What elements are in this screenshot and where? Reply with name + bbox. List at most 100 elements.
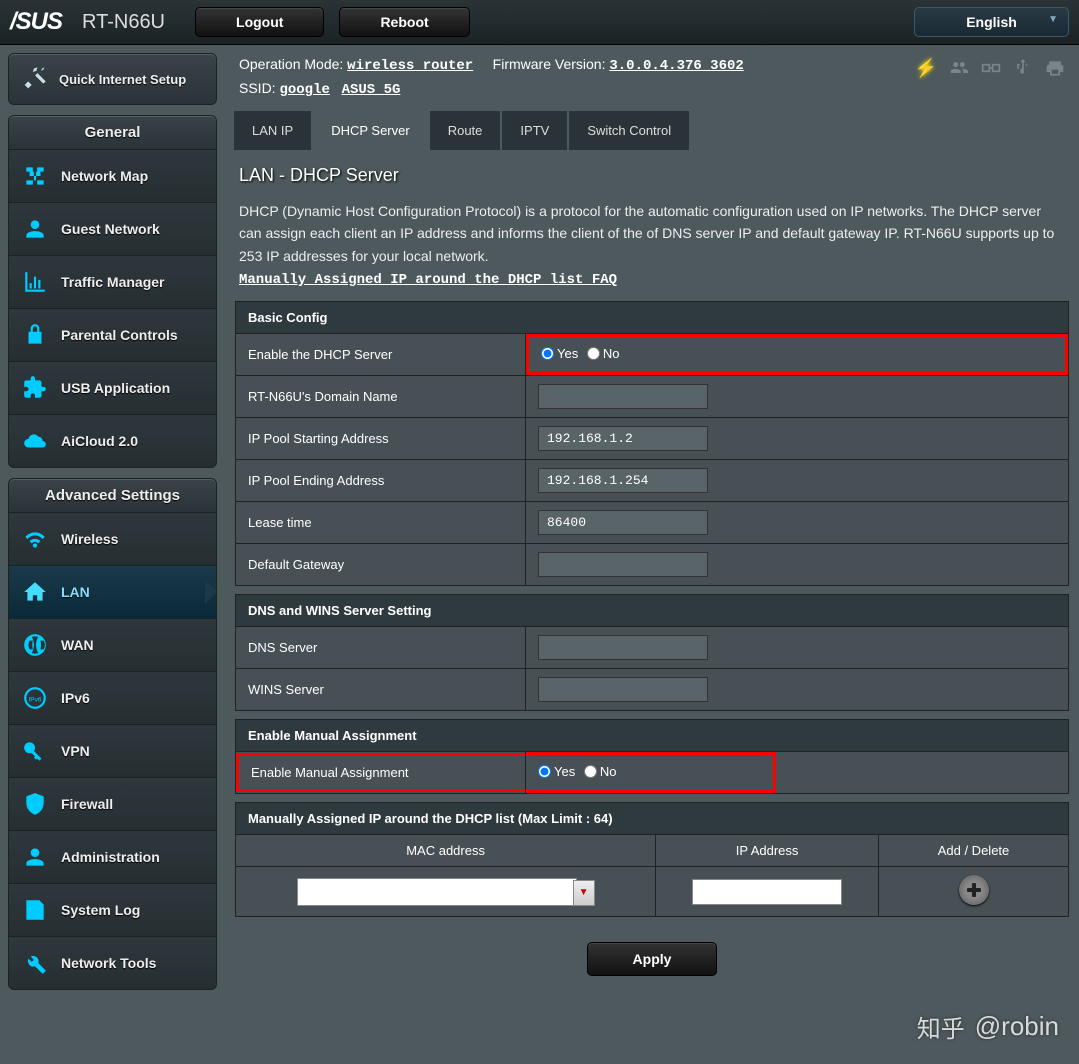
sidebar-item-system-log[interactable]: System Log xyxy=(9,884,216,937)
faq-link[interactable]: Manually Assigned IP around the DHCP lis… xyxy=(239,272,617,288)
page-title: LAN - DHCP Server xyxy=(235,151,1069,200)
tabs: LAN IP DHCP Server Route IPTV Switch Con… xyxy=(225,110,1079,151)
assigned-ip-row: ▼ xyxy=(236,867,1069,917)
add-icon[interactable] xyxy=(959,875,989,905)
traffic-manager-icon xyxy=(19,268,51,296)
usb-icon[interactable] xyxy=(1013,58,1033,83)
operation-mode-link[interactable]: wireless router xyxy=(347,58,473,74)
general-section-header: General xyxy=(8,115,217,150)
assigned-ip-table: Manually Assigned IP around the DHCP lis… xyxy=(235,802,1069,917)
shield-icon xyxy=(19,790,51,818)
ssid-2: ASUS_5G xyxy=(342,82,401,98)
sidebar-item-wireless[interactable]: Wireless xyxy=(9,513,216,566)
tab-iptv[interactable]: IPTV xyxy=(501,110,568,151)
key-icon xyxy=(19,737,51,765)
domain-name-input[interactable] xyxy=(538,384,708,409)
quick-internet-setup-button[interactable]: Quick Internet Setup xyxy=(8,53,217,105)
sidebar-item-parental-controls[interactable]: Parental Controls xyxy=(9,309,216,362)
enable-dhcp-no[interactable]: No xyxy=(587,346,620,361)
tools-icon xyxy=(19,949,51,977)
sidebar-item-network-map[interactable]: Network Map xyxy=(9,150,216,203)
wins-server-input[interactable] xyxy=(538,677,708,702)
cloud-icon xyxy=(19,427,51,455)
manual-assignment-header: Enable Manual Assignment xyxy=(236,720,1069,752)
col-action: Add / Delete xyxy=(879,835,1069,867)
domain-name-label: RT-N66U's Domain Name xyxy=(236,376,526,418)
apply-button[interactable]: Apply xyxy=(587,942,718,976)
ip-end-input[interactable] xyxy=(538,468,708,493)
watermark: 知乎 @robin xyxy=(917,1009,1059,1044)
reboot-button[interactable]: Reboot xyxy=(339,7,469,37)
network-status-icon[interactable] xyxy=(981,58,1001,83)
sidebar-item-aicloud[interactable]: AiCloud 2.0 xyxy=(9,415,216,467)
tab-switch-control[interactable]: Switch Control xyxy=(568,110,690,151)
dropdown-arrow-icon[interactable]: ▼ xyxy=(573,880,595,906)
sidebar: Quick Internet Setup General Network Map… xyxy=(0,45,225,1064)
globe-icon xyxy=(19,631,51,659)
guest-network-icon xyxy=(19,215,51,243)
default-gateway-label: Default Gateway xyxy=(236,544,526,586)
puzzle-icon xyxy=(19,374,51,402)
sidebar-item-wan[interactable]: WAN xyxy=(9,619,216,672)
sidebar-item-vpn[interactable]: VPN xyxy=(9,725,216,778)
tab-lan-ip[interactable]: LAN IP xyxy=(233,110,312,151)
info-text: Operation Mode: wireless router Firmware… xyxy=(239,53,744,102)
manual-yes[interactable]: Yes xyxy=(538,764,575,779)
log-icon xyxy=(19,896,51,924)
main-content: Operation Mode: wireless router Firmware… xyxy=(225,45,1079,1064)
home-icon xyxy=(19,578,51,606)
admin-icon xyxy=(19,843,51,871)
brand-logo: /SUS xyxy=(10,8,62,36)
wins-server-label: WINS Server xyxy=(236,669,526,711)
assigned-ip-header: Manually Assigned IP around the DHCP lis… xyxy=(236,803,1069,835)
enable-dhcp-label: Enable the DHCP Server xyxy=(236,334,526,376)
dns-server-label: DNS Server xyxy=(236,627,526,669)
ip-start-label: IP Pool Starting Address xyxy=(236,418,526,460)
ip-address-input[interactable] xyxy=(692,879,842,905)
lease-time-label: Lease time xyxy=(236,502,526,544)
sidebar-item-traffic-manager[interactable]: Traffic Manager xyxy=(9,256,216,309)
sidebar-item-network-tools[interactable]: Network Tools xyxy=(9,937,216,989)
col-ip: IP Address xyxy=(656,835,879,867)
col-mac: MAC address xyxy=(236,835,656,867)
svg-text:IPv6: IPv6 xyxy=(28,696,41,703)
sidebar-item-firewall[interactable]: Firewall xyxy=(9,778,216,831)
status-light-icon[interactable]: ⚡ xyxy=(915,58,937,83)
sidebar-item-usb-application[interactable]: USB Application xyxy=(9,362,216,415)
qis-label: Quick Internet Setup xyxy=(59,72,186,87)
default-gateway-input[interactable] xyxy=(538,552,708,577)
lease-time-input[interactable] xyxy=(538,510,708,535)
sidebar-item-guest-network[interactable]: Guest Network xyxy=(9,203,216,256)
sidebar-item-ipv6[interactable]: IPv6 IPv6 xyxy=(9,672,216,725)
wifi-icon xyxy=(19,525,51,553)
firmware-version-link[interactable]: 3.0.0.4.376_3602 xyxy=(609,58,743,74)
ssid-1: google xyxy=(279,82,329,98)
manual-assignment-label: Enable Manual Assignment xyxy=(236,753,525,792)
printer-icon[interactable] xyxy=(1045,58,1065,83)
sidebar-item-administration[interactable]: Administration xyxy=(9,831,216,884)
advanced-section-header: Advanced Settings xyxy=(8,478,217,513)
logout-button[interactable]: Logout xyxy=(195,7,324,37)
ip-start-input[interactable] xyxy=(538,426,708,451)
lock-icon xyxy=(19,321,51,349)
ipv6-icon: IPv6 xyxy=(19,684,51,712)
manual-assignment-table: Enable Manual Assignment Enable Manual A… xyxy=(235,719,1069,794)
manual-no[interactable]: No xyxy=(584,764,617,779)
mac-address-select[interactable] xyxy=(297,878,577,906)
tab-dhcp-server[interactable]: DHCP Server xyxy=(312,110,429,151)
wand-icon xyxy=(19,64,49,94)
ip-end-label: IP Pool Ending Address xyxy=(236,460,526,502)
dns-wins-header: DNS and WINS Server Setting xyxy=(236,595,1069,627)
sidebar-item-lan[interactable]: LAN xyxy=(9,566,216,619)
clients-icon[interactable] xyxy=(949,58,969,83)
dns-wins-table: DNS and WINS Server Setting DNS Server W… xyxy=(235,594,1069,711)
language-select[interactable]: English xyxy=(914,7,1069,37)
tab-route[interactable]: Route xyxy=(429,110,502,151)
model-name: RT-N66U xyxy=(82,11,165,34)
enable-dhcp-yes[interactable]: Yes xyxy=(541,346,578,361)
dns-server-input[interactable] xyxy=(538,635,708,660)
status-icons: ⚡ xyxy=(915,53,1065,83)
page-description: DHCP (Dynamic Host Configuration Protoco… xyxy=(235,200,1069,302)
top-bar: /SUS RT-N66U Logout Reboot English xyxy=(0,0,1079,45)
basic-config-header: Basic Config xyxy=(236,302,1069,334)
